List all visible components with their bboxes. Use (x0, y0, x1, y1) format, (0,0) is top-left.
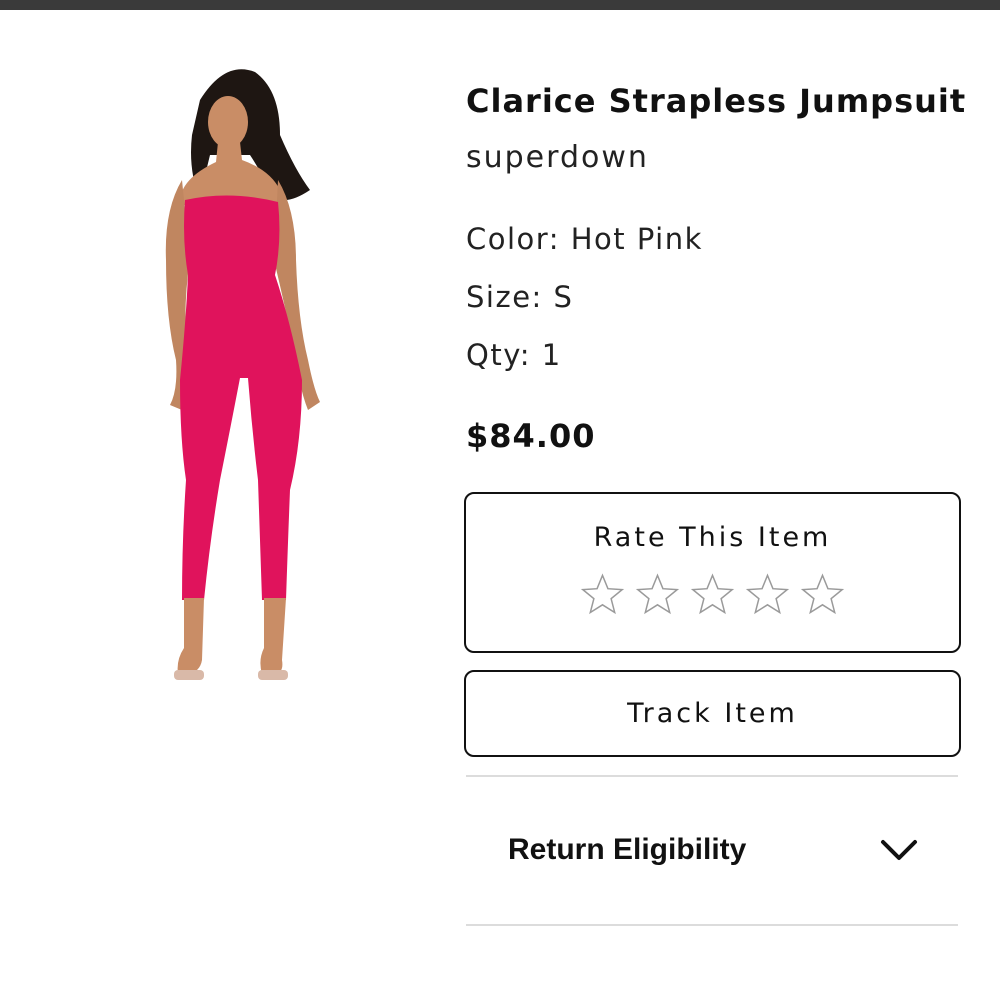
star-icon[interactable] (745, 572, 790, 617)
divider (466, 924, 958, 926)
product-price: $84.00 (466, 417, 596, 455)
product-size: Size: S (466, 280, 574, 314)
star-icon[interactable] (635, 572, 680, 617)
star-icon[interactable] (800, 572, 845, 617)
star-icon[interactable] (690, 572, 735, 617)
model-photo (165, 69, 320, 680)
divider (466, 775, 958, 777)
product-brand: superdown (466, 140, 649, 175)
star-rating[interactable] (466, 572, 959, 617)
rate-item-card: Rate This Item (464, 492, 961, 653)
track-item-button[interactable]: Track Item (464, 670, 961, 757)
track-item-label: Track Item (627, 698, 798, 729)
rate-item-title: Rate This Item (593, 522, 832, 553)
top-bar (0, 0, 1000, 10)
return-eligibility-toggle[interactable]: Return Eligibility (466, 778, 958, 924)
product-title: Clarice Strapless Jumpsuit (466, 82, 967, 120)
star-icon[interactable] (580, 572, 625, 617)
product-color: Color: Hot Pink (466, 222, 703, 256)
return-eligibility-label: Return Eligibility (508, 833, 747, 866)
product-image (130, 60, 350, 700)
chevron-down-icon (881, 840, 917, 860)
product-qty: Qty: 1 (466, 338, 562, 372)
